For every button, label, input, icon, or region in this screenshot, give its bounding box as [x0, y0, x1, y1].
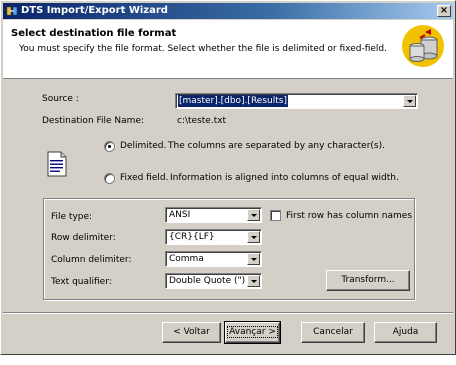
first-row-label[interactable]: First row has column names — [286, 211, 412, 221]
chevron-down-icon[interactable] — [247, 231, 260, 243]
file-type-label: File type: — [51, 212, 93, 222]
chevron-down-icon[interactable] — [403, 95, 416, 107]
row-delimiter-label: Row delimiter: — [51, 233, 116, 243]
chevron-down-icon[interactable] — [247, 253, 260, 265]
close-button[interactable]: × — [437, 5, 451, 17]
back-button-label: < Voltar — [173, 327, 210, 337]
chevron-down-icon[interactable] — [247, 275, 260, 287]
text-qualifier-value: Double Quote (") — [169, 276, 246, 286]
destination-value: c:\teste.txt — [177, 116, 227, 126]
destination-label: Destination File Name: — [42, 116, 145, 126]
fixed-field-radio[interactable] — [104, 173, 115, 184]
cancel-button-label: Cancelar — [313, 327, 353, 337]
footer-divider — [3, 312, 453, 314]
source-select[interactable]: [master].[dbo].[Results] — [175, 93, 418, 109]
column-delimiter-select[interactable]: Comma — [165, 251, 262, 267]
delimited-description: The columns are separated by any charact… — [168, 141, 385, 151]
page-title: Select destination file format — [11, 28, 177, 39]
file-type-value: ANSI — [169, 210, 191, 220]
wizard-header: Select destination file format You must … — [3, 20, 453, 79]
first-row-checkbox[interactable] — [270, 210, 281, 221]
back-button[interactable]: < Voltar — [162, 322, 221, 343]
source-value: [master].[dbo].[Results] — [178, 95, 288, 107]
text-document-icon — [47, 151, 67, 177]
text-qualifier-select[interactable]: Double Quote (") — [165, 273, 262, 289]
chevron-down-icon[interactable] — [247, 209, 260, 221]
delimited-label[interactable]: Delimited. — [120, 141, 166, 151]
next-button-label: Avançar > — [227, 326, 278, 338]
column-delimiter-label: Column delimiter: — [51, 255, 132, 265]
dts-wizard-icon — [6, 6, 18, 16]
title-bar[interactable]: DTS Import/Export Wizard × — [3, 3, 453, 19]
database-transfer-icon — [402, 25, 444, 67]
help-button[interactable]: Ajuda — [374, 322, 437, 343]
cancel-button[interactable]: Cancelar — [301, 322, 365, 343]
file-type-select[interactable]: ANSI — [165, 207, 262, 223]
page-subtitle: You must specify the file format. Select… — [19, 44, 387, 54]
fixed-field-description: Information is aligned into columns of e… — [170, 173, 399, 183]
wizard-window: DTS Import/Export Wizard × Select destin… — [0, 0, 456, 355]
window-title: DTS Import/Export Wizard — [21, 5, 168, 16]
column-delimiter-value: Comma — [169, 254, 204, 264]
row-delimiter-select[interactable]: {CR}{LF} — [165, 229, 262, 245]
fixed-field-label[interactable]: Fixed field. — [120, 173, 168, 183]
delimited-radio[interactable] — [104, 141, 115, 152]
close-icon: × — [439, 5, 449, 16]
next-button[interactable]: Avançar > — [224, 321, 281, 344]
help-button-label: Ajuda — [392, 327, 419, 337]
row-delimiter-value: {CR}{LF} — [169, 232, 215, 242]
text-qualifier-label: Text qualifier: — [51, 277, 112, 287]
source-label: Source : — [42, 94, 79, 104]
transform-button[interactable]: Transform... — [326, 270, 410, 291]
transform-button-label: Transform... — [341, 275, 395, 285]
